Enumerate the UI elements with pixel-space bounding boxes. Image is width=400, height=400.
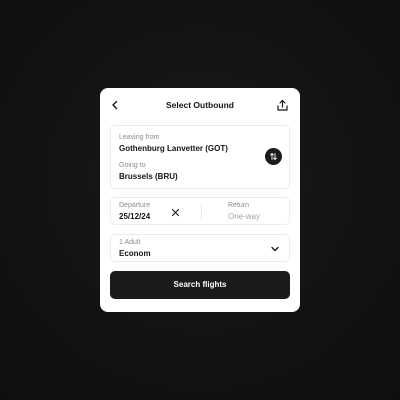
origin-value: Gothenburg Lanvetter (GOT) <box>119 144 228 153</box>
passenger-class-dropdown[interactable]: 1 Adult Econom <box>110 234 290 262</box>
swap-button[interactable] <box>265 148 282 165</box>
passenger-count-label: 1 Adult <box>119 239 141 246</box>
chevron-left-icon <box>112 100 118 110</box>
date-divider <box>201 204 202 220</box>
page-title: Select Outbound <box>166 100 234 110</box>
app-background: Select Outbound Leaving from Gothenburg … <box>0 0 400 400</box>
back-button[interactable] <box>108 98 122 112</box>
swap-vertical-icon <box>270 153 277 160</box>
cabin-class-value: Econom <box>119 249 151 258</box>
departure-label: Departure <box>119 202 151 209</box>
dates-selector: Departure 25/12/24 Return One-way <box>110 197 290 225</box>
destination-value: Brussels (BRU) <box>119 172 178 181</box>
card-header: Select Outbound <box>100 88 300 124</box>
destination-label: Going to <box>119 162 146 169</box>
flight-search-card: Select Outbound Leaving from Gothenburg … <box>100 88 300 312</box>
return-value: One-way <box>228 212 261 221</box>
departure-value: 25/12/24 <box>119 212 151 221</box>
chevron-down-icon <box>271 246 279 252</box>
close-icon <box>171 208 179 216</box>
dropdown-toggle[interactable] <box>269 243 281 255</box>
origin-label: Leaving from <box>119 134 160 141</box>
share-button[interactable] <box>274 97 290 113</box>
return-label: Return <box>228 202 250 209</box>
share-icon <box>276 99 288 111</box>
search-flights-button[interactable]: Search flights <box>110 271 290 299</box>
route-selector: Leaving from Gothenburg Lanvetter (GOT) … <box>110 125 290 189</box>
clear-date-button[interactable] <box>169 206 181 218</box>
